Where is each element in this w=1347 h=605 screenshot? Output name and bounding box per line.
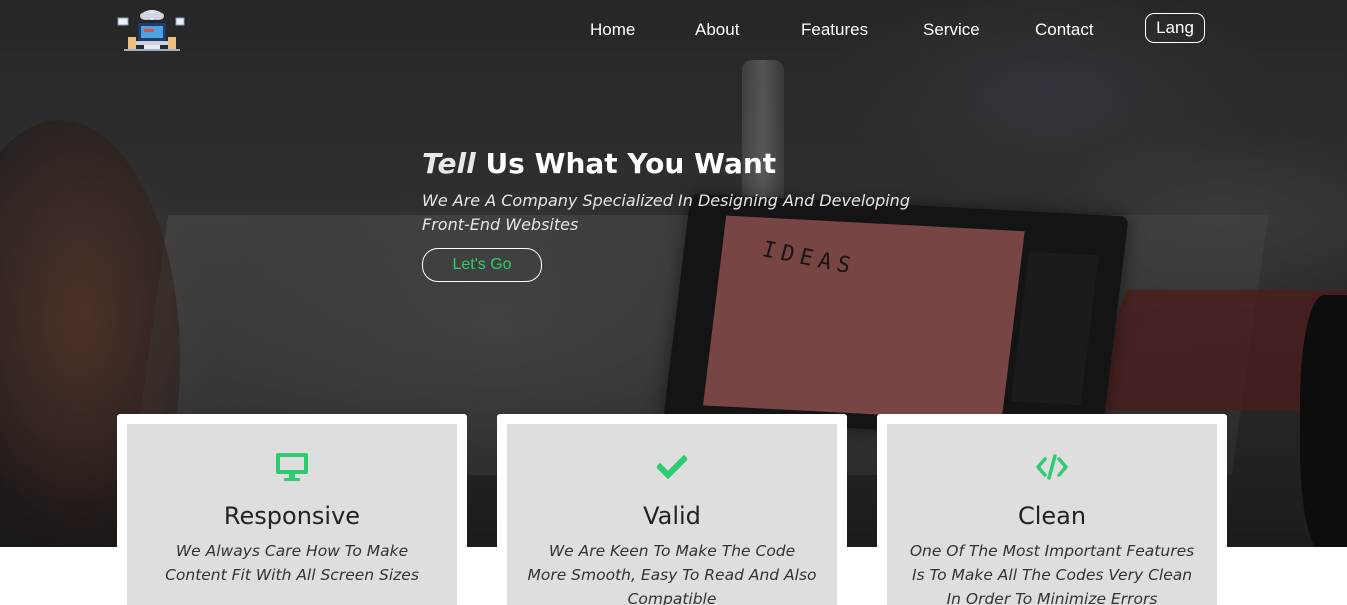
feature-text: We Are Keen To Make The Code More Smooth…: [527, 542, 817, 605]
nav-about[interactable]: About: [695, 20, 739, 40]
lang-button[interactable]: Lang: [1145, 13, 1205, 43]
check-icon: [655, 454, 689, 480]
lets-go-button[interactable]: Let's Go: [422, 248, 542, 282]
feature-card-responsive: Responsive We Always Care How To Make Co…: [117, 414, 467, 605]
feature-card-body: Clean One Of The Most Important Features…: [887, 424, 1217, 605]
hero-subtitle: We Are A Company Specialized In Designin…: [422, 191, 910, 234]
nav-contact[interactable]: Contact: [1035, 20, 1094, 40]
feature-card-valid: Valid We Are Keen To Make The Code More …: [497, 414, 847, 605]
desktop-icon: [276, 453, 308, 481]
hero-title-accent: Tell: [422, 147, 476, 180]
main-nav: Home About Features Service Contact Lang: [0, 0, 1347, 60]
hero-title-rest: Us What You Want: [485, 147, 777, 180]
nav-home[interactable]: Home: [590, 20, 635, 40]
feature-title: Clean: [1017, 502, 1087, 530]
nav-service[interactable]: Service: [923, 20, 980, 40]
nav-features[interactable]: Features: [801, 20, 868, 40]
hero-title: Tell Us What You Want: [422, 146, 776, 182]
feature-text: One Of The Most Important Features Is To…: [909, 542, 1195, 605]
feature-card-body: Responsive We Always Care How To Make Co…: [127, 424, 457, 605]
feature-title: Responsive: [223, 502, 361, 530]
landing-page: IDEAS Home About Features Service Contac…: [0, 0, 1347, 605]
feature-card-body: Valid We Are Keen To Make The Code More …: [507, 424, 837, 605]
feature-text: We Always Care How To Make Content Fit W…: [165, 542, 419, 584]
code-icon: [1036, 454, 1068, 480]
feature-title: Valid: [643, 502, 701, 530]
feature-card-clean: Clean One Of The Most Important Features…: [877, 414, 1227, 605]
